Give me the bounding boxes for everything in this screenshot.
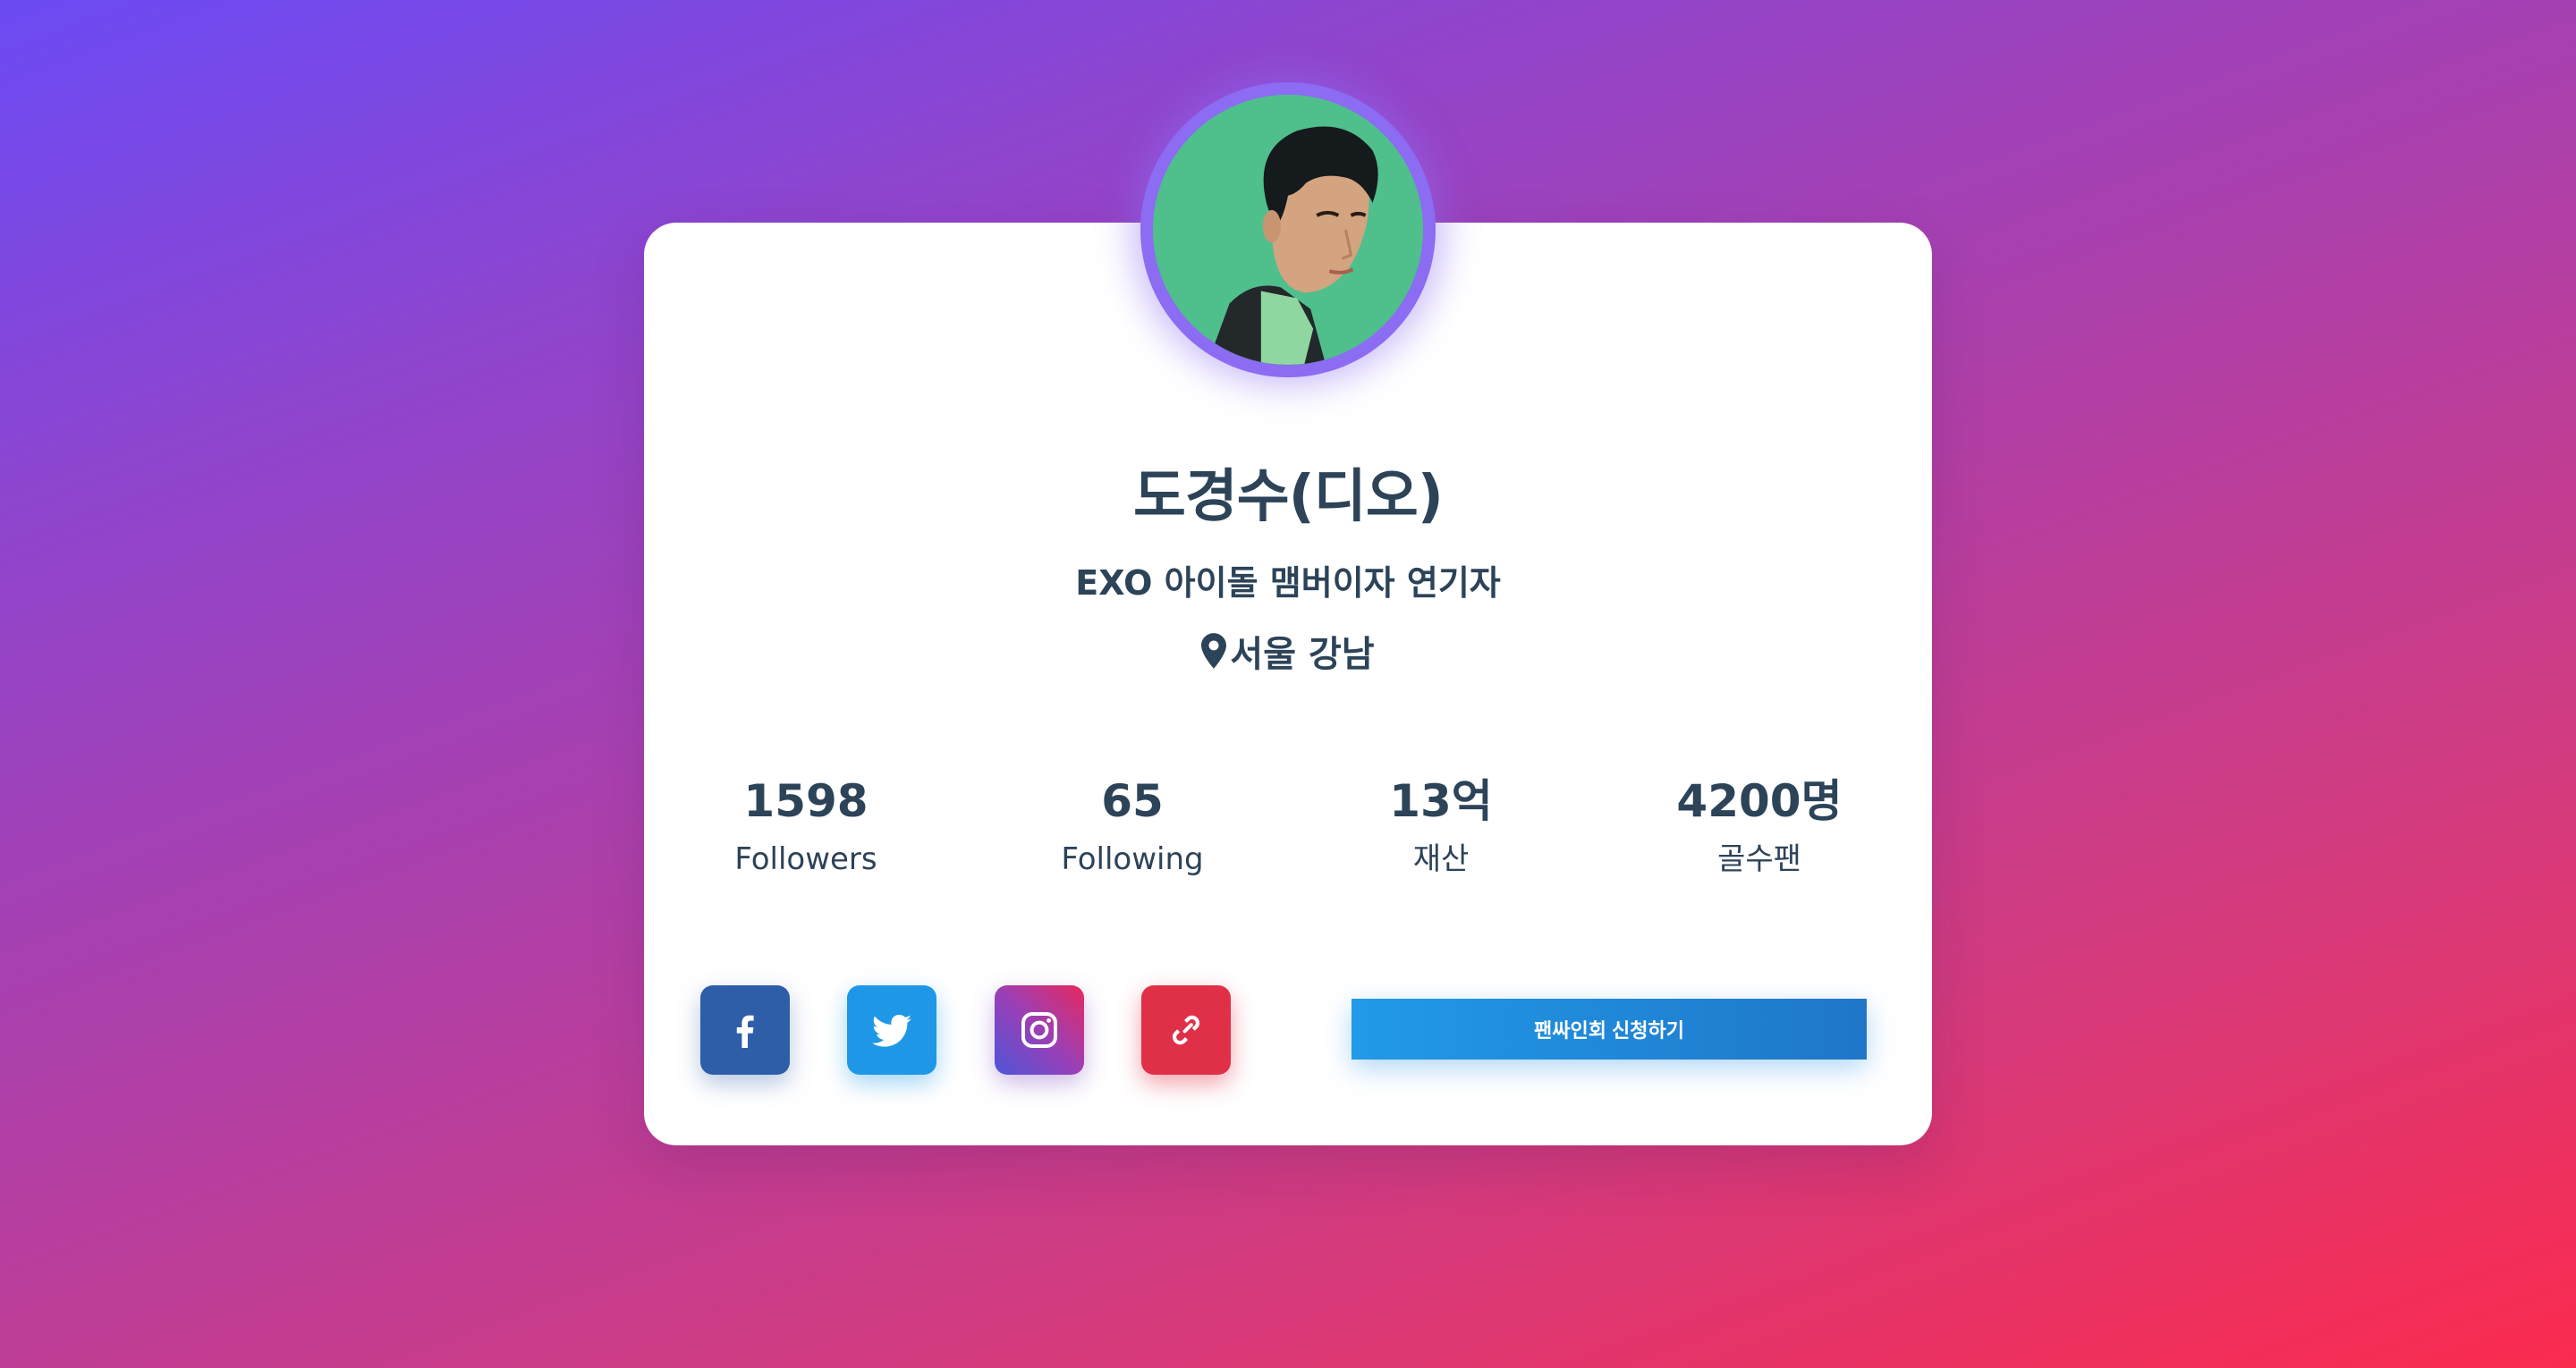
- profile-photo: [1153, 95, 1423, 365]
- twitter-icon: [870, 1009, 913, 1051]
- stat-followers: 1598 Followers: [672, 770, 940, 884]
- stat-value: 13억: [1389, 775, 1493, 827]
- stat-label: Followers: [734, 841, 877, 877]
- facebook-icon: [724, 1009, 767, 1051]
- profile-name: 도경수(디오): [1133, 464, 1444, 530]
- stat-fans: 4200명 골수팬: [1625, 770, 1894, 884]
- stat-value: 4200명: [1676, 775, 1843, 827]
- twitter-button[interactable]: [847, 985, 936, 1075]
- link-icon: [1165, 1009, 1208, 1051]
- stat-label: Following: [1061, 841, 1204, 877]
- stat-wealth: 13억 재산: [1307, 770, 1575, 884]
- facebook-button[interactable]: [700, 985, 790, 1075]
- stat-following: 65 Following: [998, 770, 1267, 884]
- avatar: [1140, 82, 1436, 377]
- stat-value: 65: [1101, 775, 1164, 827]
- link-button[interactable]: [1141, 985, 1231, 1075]
- stat-label: 재산: [1412, 841, 1470, 877]
- instagram-button[interactable]: [995, 985, 1084, 1075]
- profile-subtitle: EXO 아이돌 맴버이자 연기자: [1075, 563, 1501, 603]
- fan-sign-apply-button[interactable]: 팬싸인회 신청하기: [1352, 999, 1867, 1060]
- location-label: 서울 강남: [1230, 634, 1375, 675]
- profile-photo-illustration: [1153, 95, 1423, 365]
- profile-location: 서울 강남: [644, 625, 1932, 677]
- stat-value: 1598: [743, 775, 869, 827]
- stat-label: 골수팬: [1717, 841, 1801, 877]
- location-pin-icon: [1201, 633, 1227, 669]
- instagram-icon: [1018, 1009, 1061, 1051]
